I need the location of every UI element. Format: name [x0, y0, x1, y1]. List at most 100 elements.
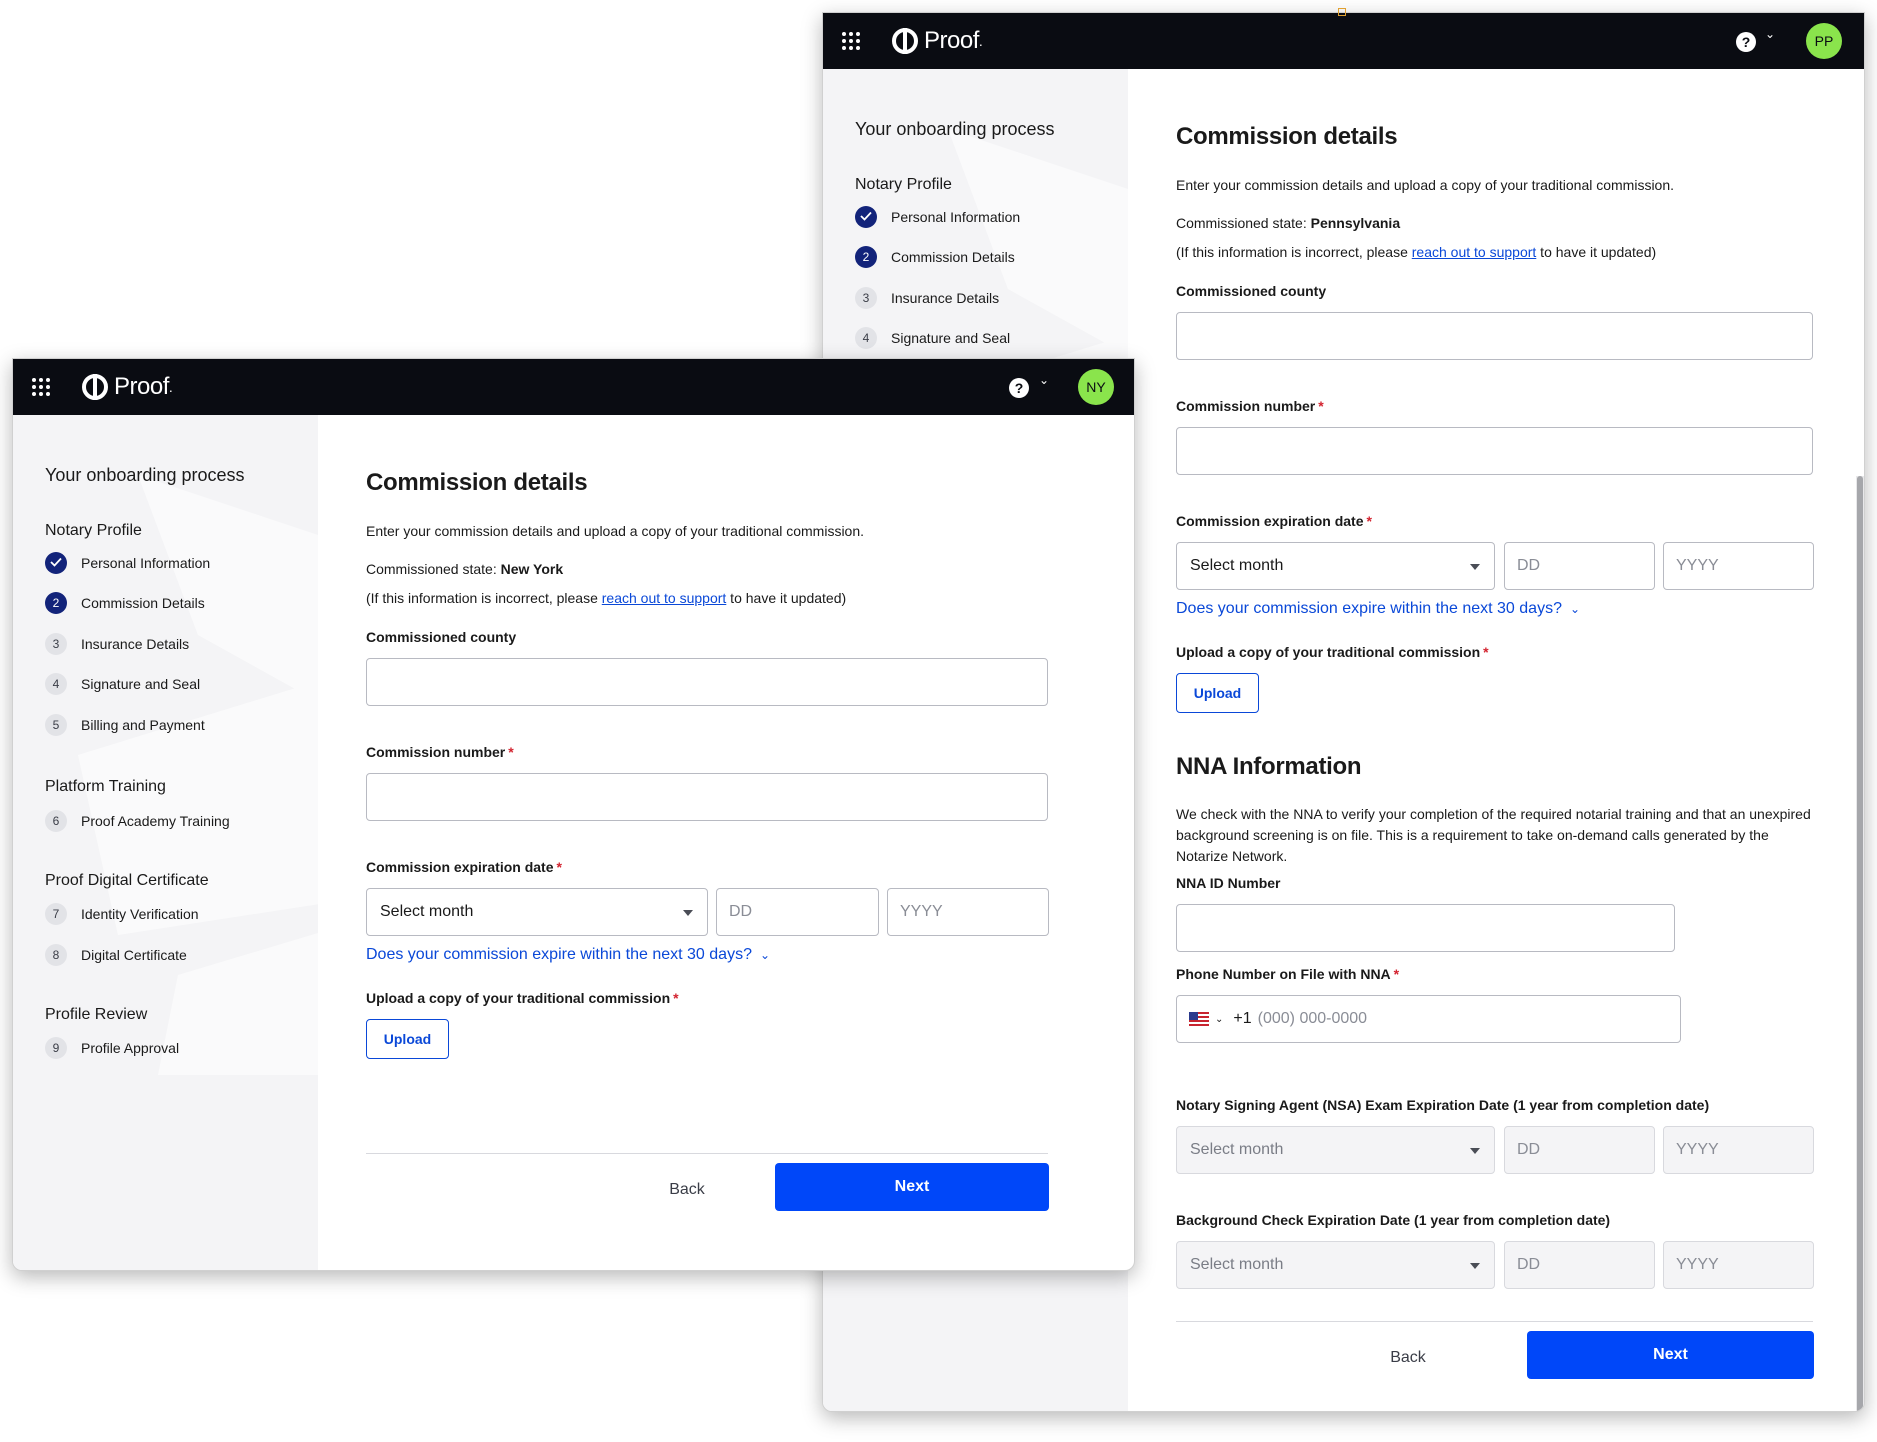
- step-personal-information[interactable]: Personal Information: [855, 206, 1020, 228]
- expiration-day-input[interactable]: DD: [1504, 542, 1655, 590]
- expiration-year-input[interactable]: YYYY: [887, 888, 1049, 936]
- expiration-month-select[interactable]: Select month: [1176, 542, 1495, 590]
- county-input[interactable]: [1176, 312, 1813, 360]
- step-commission-details[interactable]: 2 Commission Details: [855, 246, 1015, 268]
- avatar[interactable]: PP: [1806, 23, 1842, 59]
- footer-divider: [366, 1153, 1048, 1154]
- expire-soon-toggle[interactable]: Does your commission expire within the n…: [1176, 600, 1580, 618]
- step-number: 2: [855, 246, 877, 268]
- brand-trademark: .: [978, 33, 983, 49]
- next-button[interactable]: Next: [775, 1163, 1049, 1211]
- step-digital-certificate[interactable]: 8 Digital Certificate: [45, 944, 187, 966]
- app-grid-icon[interactable]: [842, 32, 860, 50]
- bg-month-select[interactable]: Select month: [1176, 1241, 1495, 1289]
- number-label: Commission number *: [1176, 398, 1324, 414]
- nna-id-input[interactable]: [1176, 904, 1675, 952]
- brand-name: Proof: [924, 27, 979, 54]
- avatar[interactable]: NY: [1078, 369, 1114, 405]
- proof-logo[interactable]: Proof.: [892, 27, 983, 55]
- proof-logo[interactable]: Proof.: [82, 373, 173, 401]
- step-label: Insurance Details: [891, 290, 1000, 306]
- nna-title: NNA Information: [1176, 753, 1362, 780]
- bg-day-input[interactable]: DD: [1504, 1241, 1655, 1289]
- section-proof-digital-certificate: Proof Digital Certificate: [45, 872, 209, 889]
- expiration-month-select[interactable]: Select month: [366, 888, 708, 936]
- nna-intro: We check with the NNA to verify your com…: [1176, 806, 1811, 864]
- step-label: Proof Academy Training: [81, 813, 230, 829]
- note-suffix: to have it updated): [1536, 244, 1657, 260]
- upload-button[interactable]: Upload: [1176, 673, 1259, 713]
- support-link[interactable]: reach out to support: [1412, 244, 1537, 260]
- number-input[interactable]: [366, 773, 1048, 821]
- step-signature-and-seal[interactable]: 4 Signature and Seal: [45, 673, 200, 695]
- form-intro: Enter your commission details and upload…: [1176, 177, 1675, 193]
- expiration-day-input[interactable]: DD: [716, 888, 879, 936]
- nna-id-label: NNA ID Number: [1176, 875, 1281, 891]
- nsa-month-select[interactable]: Select month: [1176, 1126, 1495, 1174]
- commissioned-state: Commissioned state: Pennsylvania: [1176, 215, 1400, 231]
- step-personal-information[interactable]: Personal Information: [45, 552, 210, 574]
- help-icon[interactable]: ?: [1009, 378, 1029, 398]
- step-insurance-details[interactable]: 3 Insurance Details: [45, 633, 189, 655]
- step-insurance-details[interactable]: 3 Insurance Details: [855, 287, 999, 309]
- step-signature-and-seal[interactable]: 4 Signature and Seal: [855, 327, 1010, 349]
- nsa-day-input[interactable]: DD: [1504, 1126, 1655, 1174]
- nsa-year-input[interactable]: YYYY: [1663, 1126, 1814, 1174]
- help-chevron-down-icon[interactable]: ⌄: [1039, 373, 1049, 387]
- help-chevron-down-icon[interactable]: ⌄: [1765, 27, 1775, 41]
- scrollbar[interactable]: [1856, 476, 1864, 1411]
- resize-handle[interactable]: [1338, 8, 1346, 16]
- phone-label: Phone Number on File with NNA *: [1176, 966, 1400, 982]
- section-platform-training: Platform Training: [45, 778, 166, 795]
- commission-form-ny: Commission details Enter your commission…: [318, 415, 1134, 1270]
- step-label: Commission Details: [891, 249, 1015, 265]
- step-label: Personal Information: [81, 555, 211, 571]
- section-profile-review: Profile Review: [45, 1006, 148, 1023]
- window-new-york: Proof. ? ⌄ NY Your onboarding process No…: [12, 358, 1135, 1271]
- app-grid-icon[interactable]: [32, 378, 50, 396]
- note-prefix: (If this information is incorrect, pleas…: [366, 590, 602, 606]
- step-identity-verification[interactable]: 7 Identity Verification: [45, 903, 199, 925]
- incorrect-info-note: (If this information is incorrect, pleas…: [1176, 244, 1656, 260]
- phone-placeholder: (000) 000-0000: [1257, 1010, 1368, 1027]
- top-bar: Proof. ? ⌄ PP: [823, 13, 1864, 69]
- proof-logo-mark-icon: [82, 374, 108, 400]
- onboarding-title: Your onboarding process: [45, 465, 245, 485]
- help-icon[interactable]: ?: [1736, 32, 1756, 52]
- county-input[interactable]: [366, 658, 1048, 706]
- commission-form-pa: Commission details Enter your commission…: [1128, 69, 1864, 1411]
- number-input[interactable]: [1176, 427, 1813, 475]
- step-number: 4: [855, 327, 877, 349]
- step-number: 7: [45, 903, 67, 925]
- step-number: 9: [45, 1037, 67, 1059]
- country-selector[interactable]: ⌄ +1 (000) 000-0000: [1189, 1010, 1367, 1028]
- nsa-label: Notary Signing Agent (NSA) Exam Expirati…: [1176, 1097, 1710, 1113]
- step-number: 2: [45, 592, 67, 614]
- step-number: 4: [45, 673, 67, 695]
- back-button[interactable]: Back: [647, 1181, 727, 1199]
- phone-input[interactable]: ⌄ +1 (000) 000-0000: [1176, 995, 1681, 1043]
- chevron-down-icon: ⌄: [759, 948, 771, 962]
- upload-button[interactable]: Upload: [366, 1019, 449, 1059]
- caret-down-icon: [1470, 564, 1480, 570]
- caret-down-icon: [1470, 1148, 1480, 1154]
- expire-soon-toggle[interactable]: Does your commission expire within the n…: [366, 946, 770, 964]
- support-link[interactable]: reach out to support: [602, 590, 727, 606]
- next-button[interactable]: Next: [1527, 1331, 1814, 1379]
- brand-name: Proof: [114, 373, 169, 400]
- phone-country-code: +1: [1233, 1010, 1252, 1027]
- number-label: Commission number *: [366, 744, 514, 760]
- section-notary-profile: Notary Profile: [855, 176, 952, 193]
- step-proof-academy-training[interactable]: 6 Proof Academy Training: [45, 810, 230, 832]
- expiration-year-input[interactable]: YYYY: [1663, 542, 1814, 590]
- page-title: Commission details: [1176, 123, 1398, 150]
- step-commission-details[interactable]: 2 Commission Details: [45, 592, 205, 614]
- caret-down-icon: [1470, 1263, 1480, 1269]
- step-billing-and-payment[interactable]: 5 Billing and Payment: [45, 714, 205, 736]
- step-number: 8: [45, 944, 67, 966]
- step-profile-approval[interactable]: 9 Profile Approval: [45, 1037, 179, 1059]
- back-button[interactable]: Back: [1368, 1349, 1448, 1367]
- commissioned-state: Commissioned state: New York: [366, 561, 563, 577]
- bg-year-input[interactable]: YYYY: [1663, 1241, 1814, 1289]
- step-label: Personal Information: [891, 209, 1021, 225]
